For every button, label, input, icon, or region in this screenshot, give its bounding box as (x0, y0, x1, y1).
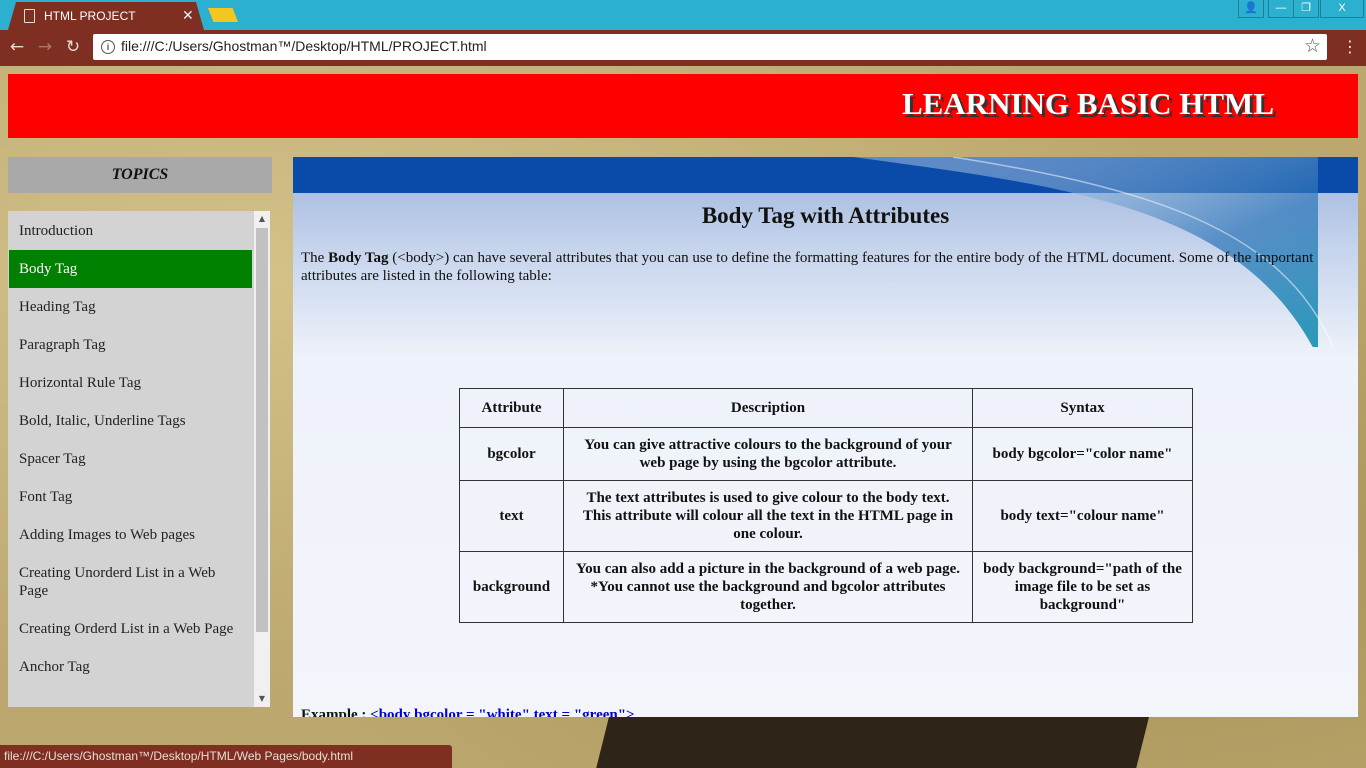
table-row: background You can also add a picture in… (459, 551, 1193, 623)
topic-item[interactable]: Bold, Italic, Underline Tags (9, 402, 252, 440)
cell-attribute: bgcolor (459, 427, 564, 481)
header-banner: LEARNING BASIC HTML (8, 74, 1358, 138)
description-text: The text attributes is used to give colo… (582, 490, 954, 542)
description-text: You can also add a picture in the backgr… (575, 561, 961, 577)
topics-header: TOPICS (8, 157, 272, 193)
example-label: Example : (301, 707, 371, 717)
page-viewport: LEARNING BASIC HTML TOPICS Introduction B… (0, 66, 1366, 768)
table-row: text The text attributes is used to give… (459, 480, 1193, 552)
cell-attribute: text (459, 480, 564, 552)
description-text: You can give attractive colours to the b… (584, 437, 952, 471)
topic-item[interactable]: Font Tag (9, 478, 252, 516)
example-link[interactable]: <body bgcolor = "white" text = "green"> (370, 707, 634, 717)
cell-description: You can give attractive colours to the b… (563, 427, 973, 481)
minimize-button[interactable]: — (1268, 0, 1294, 18)
topic-item[interactable]: Creating Unorderd List in a Web Page (9, 554, 252, 610)
document-icon (24, 9, 35, 23)
column-header-attribute: Attribute (459, 388, 564, 428)
forward-arrow-icon[interactable]: → (34, 36, 56, 58)
scroll-thumb[interactable] (256, 228, 268, 632)
content-frame: Body Tag with Attributes The Body Tag (<… (293, 157, 1358, 717)
topics-frame[interactable]: Introduction Body Tag Heading Tag Paragraph… (8, 211, 270, 707)
cell-attribute: background (459, 551, 564, 623)
description-note: *You cannot use the background and bgcol… (590, 579, 946, 613)
intro-bold-term: Body Tag (328, 250, 389, 266)
info-icon[interactable]: i (101, 40, 115, 54)
menu-dots-icon[interactable]: ⋮ (1342, 37, 1358, 56)
bookmark-star-icon[interactable]: ☆ (1304, 35, 1321, 57)
intro-paragraph: The Body Tag (<body>) can have several a… (301, 249, 1321, 285)
topic-item[interactable]: Spacer Tag (9, 440, 252, 478)
close-window-button[interactable]: X (1320, 0, 1364, 18)
topic-item[interactable]: Creating Orderd List in a Web Page (9, 610, 252, 648)
topic-item[interactable]: Heading Tag (9, 288, 252, 326)
topic-item[interactable]: Horizontal Rule Tag (9, 364, 252, 402)
table-header-row: Attribute Description Syntax (459, 388, 1193, 428)
table-row: bgcolor You can give attractive colours … (459, 427, 1193, 481)
intro-prefix: The (301, 250, 329, 266)
new-tab-button[interactable] (208, 8, 238, 22)
cell-description: The text attributes is used to give colo… (563, 480, 973, 552)
cell-syntax: body text="colour name" (972, 480, 1193, 552)
address-url[interactable]: file:///C:/Users/Ghostman™/Desktop/HTML/… (121, 38, 487, 54)
browser-tab[interactable]: HTML PROJECT ✕ (8, 2, 204, 30)
title-bar: HTML PROJECT ✕ 👤 — ❐ X (0, 0, 1366, 30)
column-header-syntax: Syntax (972, 388, 1193, 428)
cell-syntax: body background="path of the image file … (972, 551, 1193, 623)
topic-item[interactable]: Introduction (9, 212, 252, 250)
reload-icon[interactable]: ↻ (62, 36, 84, 58)
banner-title: LEARNING BASIC HTML (901, 86, 1274, 121)
user-icon[interactable]: 👤 (1238, 0, 1264, 18)
cell-description: You can also add a picture in the backgr… (563, 551, 973, 623)
maximize-button[interactable]: ❐ (1293, 0, 1319, 18)
topic-item[interactable]: Body Tag (9, 250, 252, 288)
scroll-down-arrow-icon[interactable]: ▼ (254, 691, 270, 707)
page-heading: Body Tag with Attributes (701, 203, 950, 228)
scroll-up-arrow-icon[interactable]: ▲ (254, 211, 270, 227)
browser-toolbar: ← → ↻ i file:///C:/Users/Ghostman™/Deskt… (0, 30, 1366, 66)
attributes-table: Attribute Description Syntax bgcolor You… (459, 388, 1193, 623)
intro-rest: (<body>) can have several attributes tha… (301, 250, 1314, 284)
close-tab-icon[interactable]: ✕ (182, 7, 194, 24)
topic-item[interactable]: Anchor Tag (9, 648, 252, 686)
topics-scrollbar[interactable]: ▲ ▼ (254, 211, 270, 707)
address-bar[interactable]: i file:///C:/Users/Ghostman™/Desktop/HTM… (93, 34, 1327, 60)
back-arrow-icon[interactable]: ← (6, 36, 28, 58)
example-line: Example : <body bgcolor = "white" text =… (301, 707, 635, 717)
topic-item[interactable]: Adding Images to Web pages (9, 516, 252, 554)
topics-list: Introduction Body Tag Heading Tag Paragraph… (9, 212, 252, 686)
column-header-description: Description (563, 388, 973, 428)
tab-title: HTML PROJECT (44, 9, 136, 23)
cell-syntax: body bgcolor="color name" (972, 427, 1193, 481)
status-bubble: file:///C:/Users/Ghostman™/Desktop/HTML/… (0, 745, 452, 768)
topic-item[interactable]: Paragraph Tag (9, 326, 252, 364)
